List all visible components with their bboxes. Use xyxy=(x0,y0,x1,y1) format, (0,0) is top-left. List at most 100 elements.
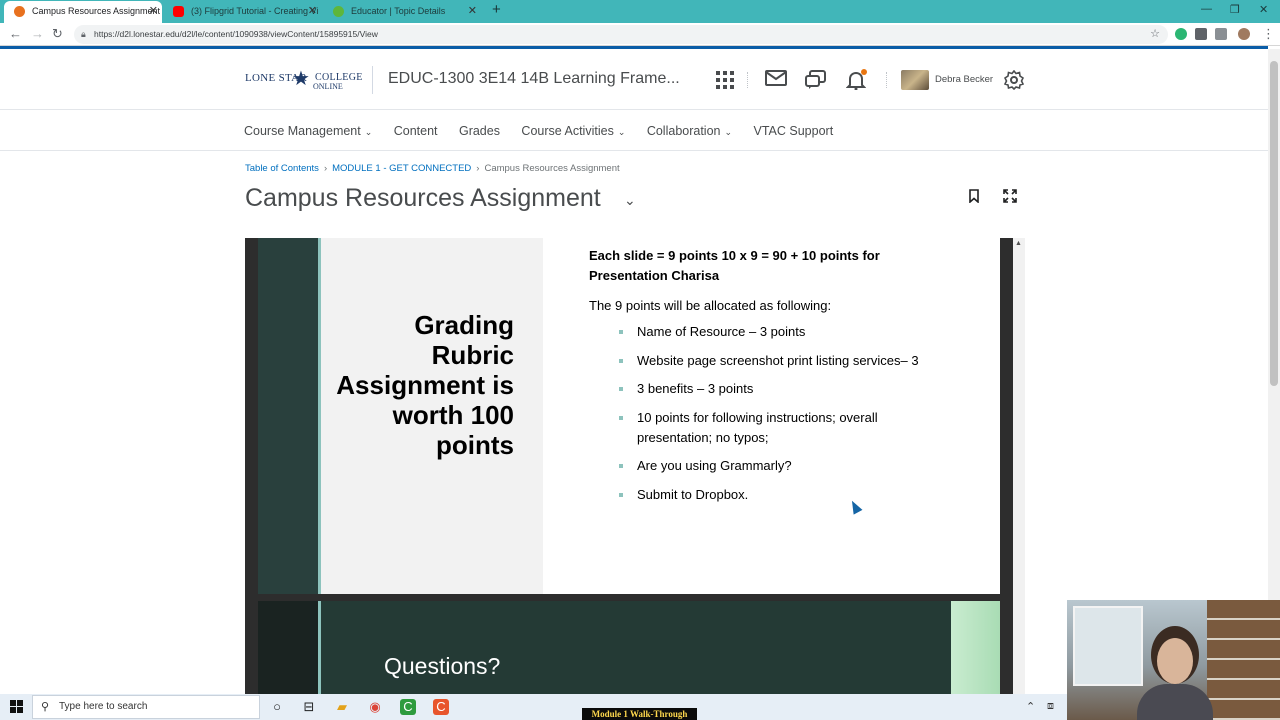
title-options-chevron-icon[interactable]: ⌄ xyxy=(624,192,636,209)
address-bar-row: ← → ↻ 🔒︎ https://d2l.lonestar.edu/d2l/le… xyxy=(0,23,1280,46)
nav-course-management[interactable]: Course Management ⌄ xyxy=(244,122,372,141)
subscription-alerts-icon[interactable] xyxy=(805,70,827,90)
slide-intro: The 9 points will be allocated as follow… xyxy=(589,298,832,313)
page-scrollbar[interactable] xyxy=(1268,49,1280,693)
list-item: Are you using Grammarly? xyxy=(619,456,939,476)
windows-start-icon[interactable] xyxy=(10,700,23,716)
slide-heading: Questions? xyxy=(384,653,501,679)
browser-tab[interactable]: (3) Flipgrid Tutorial - Creating Vi ✕ xyxy=(163,1,321,23)
url-text: https://d2l.lonestar.edu/d2l/le/content/… xyxy=(94,29,378,39)
document-viewer[interactable]: Grading Rubric Assignment is worth 100 p… xyxy=(245,238,1025,694)
network-icon[interactable]: ⧈ xyxy=(1047,700,1054,713)
browser-tab-active[interactable]: Campus Resources Assignment ✕ xyxy=(4,1,162,23)
logo-text-online: ONLINE xyxy=(313,82,343,91)
slide-questions: Questions? xyxy=(258,601,1000,694)
breadcrumb: Table of Contents › MODULE 1 - GET CONNECT… xyxy=(245,163,620,174)
header-separator xyxy=(747,72,748,88)
d2l-top-accent-bar xyxy=(0,46,1268,49)
close-tab-icon[interactable]: ✕ xyxy=(308,1,317,21)
scroll-up-arrow-icon[interactable]: ▲ xyxy=(1015,240,1022,247)
slide-points-summary: Each slide = 9 points 10 x 9 = 90 + 10 p… xyxy=(589,248,880,283)
course-navbar: Course Management ⌄ Content Grades Course… xyxy=(244,122,850,142)
scrollbar-thumb[interactable] xyxy=(1270,61,1278,386)
close-tab-icon[interactable]: ✕ xyxy=(149,1,158,21)
nav-content[interactable]: Content xyxy=(394,122,438,140)
list-item: Name of Resource – 3 points xyxy=(619,322,939,342)
nav-course-activities[interactable]: Course Activities ⌄ xyxy=(521,122,625,141)
tab-title: Campus Resources Assignment xyxy=(32,6,161,16)
page-title: Campus Resources Assignment xyxy=(245,184,601,212)
list-item: 10 points for following instructions; ov… xyxy=(619,408,939,448)
reload-icon[interactable]: ↻ xyxy=(52,26,63,42)
reading-list-icon[interactable] xyxy=(1215,28,1227,40)
extensions-puzzle-icon[interactable] xyxy=(1195,28,1207,40)
camtasia-icon[interactable]: C xyxy=(400,699,416,715)
fullscreen-icon[interactable] xyxy=(1003,189,1019,205)
file-explorer-icon[interactable]: ▰ xyxy=(334,699,350,715)
browser-tab-bar: Campus Resources Assignment ✕ (3) Flipgr… xyxy=(0,0,1280,23)
nav-grades[interactable]: Grades xyxy=(459,122,500,140)
course-selector-grid-icon[interactable] xyxy=(714,70,736,90)
nav-vtac-support[interactable]: VTAC Support xyxy=(754,122,834,140)
slide-grading-rubric: Grading Rubric Assignment is worth 100 p… xyxy=(258,238,1000,594)
tray-expand-icon[interactable]: ⌃ xyxy=(1026,700,1035,713)
message-alerts-icon[interactable] xyxy=(765,70,787,90)
nav-label: Grades xyxy=(458,124,500,138)
forward-icon[interactable]: → xyxy=(31,26,44,41)
webcam-presenter-body xyxy=(1137,684,1213,720)
back-icon[interactable]: ← xyxy=(9,26,22,41)
cortana-icon[interactable]: ○ xyxy=(269,699,285,715)
profile-avatar-icon[interactable] xyxy=(1238,28,1250,40)
chevron-down-icon: ⌄ xyxy=(724,127,733,137)
header-separator xyxy=(886,72,887,88)
webcam-overlay xyxy=(1067,600,1280,720)
search-placeholder: Type here to search xyxy=(59,701,148,712)
windows-taskbar: ⚲ Type here to search ○ ⊟ ▰ ◉ C C ⌃ ⧈ xyxy=(0,694,1067,720)
lonestar-logo[interactable]: LONE STAR ★ COLLEGE ONLINE xyxy=(245,66,362,94)
bookmark-icon[interactable] xyxy=(969,189,981,205)
breadcrumb-module-1[interactable]: MODULE 1 - GET CONNECTED xyxy=(332,163,471,174)
list-item: 3 benefits – 3 points xyxy=(619,379,939,399)
slide-main-panel xyxy=(321,601,951,694)
user-name[interactable]: Debra Becker xyxy=(935,74,993,85)
browser-tab[interactable]: Educator | Topic Details ✕ xyxy=(323,1,481,23)
video-title-label: Module 1 Walk-Through xyxy=(582,708,697,720)
tab-title: (3) Flipgrid Tutorial - Creating Vi xyxy=(191,6,319,16)
restore-icon[interactable]: ❐ xyxy=(1230,3,1240,16)
d2l-favicon-icon xyxy=(14,6,25,17)
bookmark-star-icon[interactable]: ☆ xyxy=(1150,25,1160,44)
url-field[interactable]: 🔒︎ https://d2l.lonestar.edu/d2l/le/conte… xyxy=(74,25,1168,44)
browser-menu-icon[interactable]: ⋮ xyxy=(1262,26,1275,42)
breadcrumb-table-of-contents[interactable]: Table of Contents xyxy=(245,163,319,174)
slide-accent-bar xyxy=(258,601,318,694)
nav-label: VTAC Support xyxy=(753,124,834,138)
rubric-list: Name of Resource – 3 points Website page… xyxy=(619,322,939,505)
star-logo-icon: ★ xyxy=(292,68,310,90)
close-window-icon[interactable]: ✕ xyxy=(1259,3,1268,16)
close-tab-icon[interactable]: ✕ xyxy=(468,1,477,21)
breadcrumb-current: Campus Resources Assignment xyxy=(484,163,620,174)
slide-green-panel xyxy=(951,601,1000,694)
flipgrid-favicon-icon xyxy=(333,6,344,17)
chevron-down-icon: ⌄ xyxy=(617,127,626,137)
taskbar-search-input[interactable]: ⚲ Type here to search xyxy=(32,695,260,719)
avatar[interactable] xyxy=(901,70,929,90)
tab-title: Educator | Topic Details xyxy=(351,6,446,16)
extension-grammarly-icon[interactable] xyxy=(1175,28,1187,40)
header-rule xyxy=(0,109,1268,110)
nav-label: Course Activities xyxy=(521,124,614,138)
new-tab-icon[interactable]: + xyxy=(492,1,501,18)
webcam-bookshelf xyxy=(1207,600,1280,720)
task-view-icon[interactable]: ⊟ xyxy=(301,699,317,715)
list-item: Submit to Dropbox. xyxy=(619,485,939,505)
chrome-icon[interactable]: ◉ xyxy=(367,699,383,715)
settings-gear-icon[interactable] xyxy=(1003,69,1025,91)
camtasia-recorder-icon[interactable]: C xyxy=(433,699,449,715)
chevron-down-icon: ⌄ xyxy=(364,127,373,137)
nav-collaboration[interactable]: Collaboration ⌄ xyxy=(647,122,732,141)
minimize-icon[interactable]: — xyxy=(1201,3,1212,15)
nav-label: Course Management xyxy=(244,124,361,138)
lock-icon: 🔒︎ xyxy=(81,29,86,39)
viewer-scrollbar[interactable]: ▲ xyxy=(1013,238,1025,694)
course-title[interactable]: EDUC-1300 3E14 14B Learning Frame... xyxy=(388,70,680,88)
